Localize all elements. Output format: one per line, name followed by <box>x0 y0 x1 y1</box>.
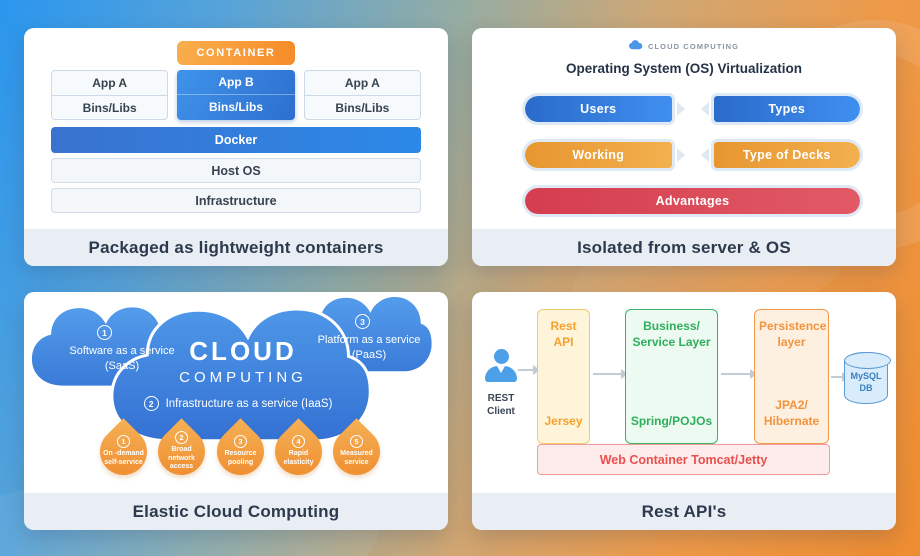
cloud-title-line1: CLOUD <box>189 336 297 366</box>
pill-type-of-decks: Type of Decks <box>710 139 863 171</box>
drop-number-badge: 2 <box>175 430 188 444</box>
card-virtualization[interactable]: CLOUD COMPUTING Operating System (OS) Vi… <box>472 28 896 266</box>
app-cell: App B <box>218 75 254 89</box>
card-elastic-cloud[interactable]: 1 Software as a service (SaaS) 3 Platfor… <box>24 292 448 530</box>
elastic-cloud-diagram: 1 Software as a service (SaaS) 3 Platfor… <box>24 292 448 493</box>
pill-advantages: Advantages <box>522 185 863 217</box>
drop-broad-network: 2 Broad network access <box>148 418 215 485</box>
arrow-persistence-to-db <box>831 372 849 382</box>
arrow-api-to-business <box>593 369 628 379</box>
libs-cell: Bins/Libs <box>177 94 295 118</box>
drop-number-badge: 1 <box>117 435 130 449</box>
virtualization-diagram: CLOUD COMPUTING Operating System (OS) Vi… <box>472 28 896 229</box>
rest-api-box-title: Rest API <box>550 319 577 350</box>
persistence-box-subtitle: JPA2/ Hibernate <box>763 397 820 428</box>
person-head <box>493 349 509 364</box>
app-cell: App A <box>92 76 128 90</box>
app-column-highlighted: App B Bins/Libs <box>177 70 295 120</box>
iaas-number-badge: 2 <box>143 396 159 411</box>
card-caption: Rest API's <box>472 493 896 530</box>
libs-cell: Bins/Libs <box>52 95 168 119</box>
drop-label: Resource pooling <box>224 450 257 466</box>
persistence-layer-box: Persistence layer JPA2/ Hibernate <box>754 309 829 444</box>
drop-rapid-elasticity: 4 Rapid elasticity <box>265 418 332 485</box>
web-container-bar: Web Container Tomcat/Jetty <box>537 444 830 475</box>
drop-number-badge: 3 <box>234 435 247 449</box>
persistence-box-title: Persistence layer <box>759 319 827 350</box>
cloud-title-line2: COMPUTING <box>179 369 307 386</box>
drop-measured-service: 5 Measured service <box>323 418 390 485</box>
container-label-chip: CONTAINER <box>177 41 295 65</box>
rest-api-diagram: REST Client Rest API Jersey Business/ Se… <box>472 292 896 493</box>
cloud-icon <box>628 40 643 52</box>
card-containers[interactable]: CONTAINER App A Bins/Libs App B Bins/Lib… <box>24 28 448 266</box>
libs-cell: Bins/Libs <box>304 95 420 119</box>
person-torso <box>485 366 517 382</box>
arrow-client-to-api <box>518 365 540 375</box>
card-caption: Packaged as lightweight containers <box>24 229 448 266</box>
pill-types: Types <box>710 93 863 125</box>
drop-label: On -demand self-service <box>103 450 144 466</box>
rest-api-box: Rest API Jersey <box>537 309 590 444</box>
drop-resource-pooling: 3 Resource pooling <box>207 418 274 485</box>
business-layer-box: Business/ Service Layer Spring/POJOs <box>625 309 718 444</box>
drop-on-demand: 1 On -demand self-service <box>90 418 157 485</box>
app-cell: App A <box>344 76 380 90</box>
drop-number-badge: 5 <box>350 435 363 449</box>
infrastructure-layer-bar: Infrastructure <box>51 188 421 213</box>
drop-label: Measured service <box>340 450 373 466</box>
card-caption: Isolated from server & OS <box>472 229 896 266</box>
pill-users: Users <box>522 93 675 125</box>
containers-diagram: CONTAINER App A Bins/Libs App B Bins/Lib… <box>24 28 448 229</box>
app-column: App A Bins/Libs <box>303 70 421 120</box>
diagram-title: Operating System (OS) Virtualization <box>565 61 803 76</box>
card-grid: CONTAINER App A Bins/Libs App B Bins/Lib… <box>0 0 920 556</box>
card-caption: Elastic Cloud Computing <box>24 493 448 530</box>
app-column: App A Bins/Libs <box>51 70 169 120</box>
pill-working: Working <box>522 139 675 171</box>
drop-number-badge: 4 <box>292 435 305 449</box>
rest-client-label: REST Client <box>487 393 515 417</box>
paas-number-badge: 3 <box>355 314 370 329</box>
mysql-db-label: MySQL DB <box>850 371 882 393</box>
rest-api-box-subtitle: Jersey <box>544 413 583 428</box>
arrow-business-to-persistence <box>721 369 757 379</box>
card-rest-api[interactable]: REST Client Rest API Jersey Business/ Se… <box>472 292 896 530</box>
mysql-db-cylinder: MySQL DB <box>843 351 891 404</box>
iaas-label: Infrastructure as a service (IaaS) <box>165 397 333 410</box>
business-box-title: Business/ Service Layer <box>632 319 711 350</box>
business-box-subtitle: Spring/POJOs <box>630 413 713 428</box>
cloud-computing-title: CLOUD COMPUTING <box>148 336 338 386</box>
brand-label: CLOUD COMPUTING <box>647 41 740 51</box>
drop-label: Rapid elasticity <box>283 450 314 466</box>
host-os-layer-bar: Host OS <box>51 158 421 183</box>
rest-client-icon <box>485 349 517 382</box>
drop-label: Broad network access <box>168 445 195 471</box>
docker-layer-bar: Docker <box>51 127 421 153</box>
saas-number-badge: 1 <box>97 325 112 340</box>
iaas-row: 2 Infrastructure as a service (IaaS) <box>118 396 358 411</box>
